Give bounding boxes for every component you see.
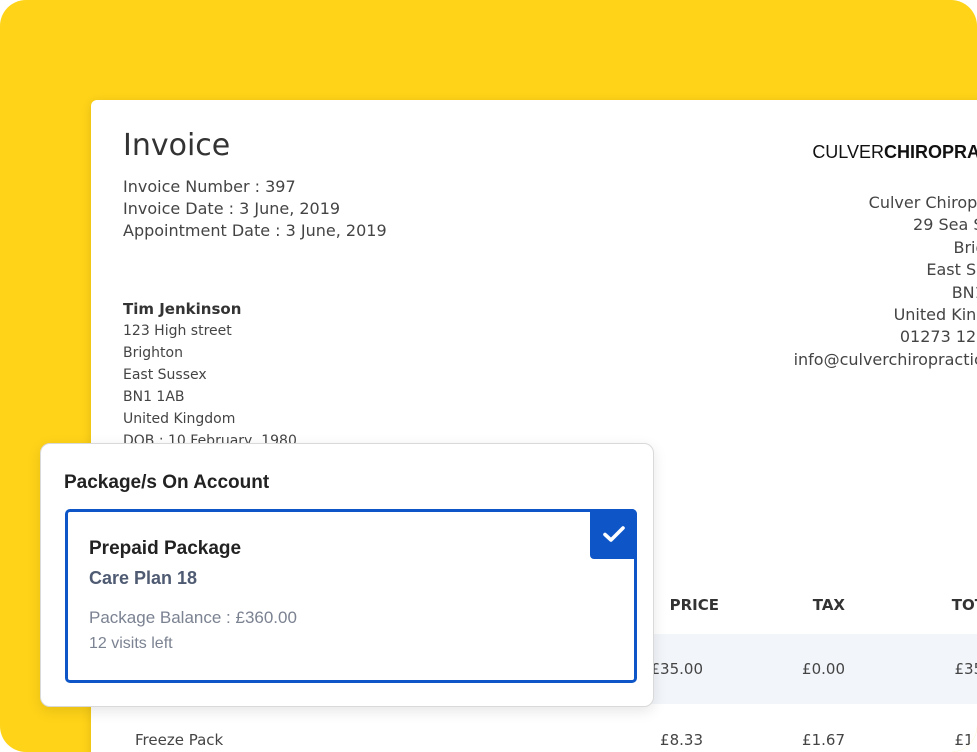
selected-badge[interactable]	[590, 509, 637, 559]
row-price: £8.33	[660, 731, 703, 749]
row-total: £35.00	[954, 660, 977, 678]
clinic-email: info@culverchiropractic.com	[793, 349, 977, 369]
clinic-address-line: Brighton	[953, 237, 977, 257]
check-icon	[602, 526, 625, 542]
clinic-logo: CULVERCHIROPRACTIC	[602, 142, 977, 163]
patient-address-block: Tim Jenkinson 123 High street Brighton E…	[123, 298, 297, 452]
package-plan: Care Plan 18	[89, 568, 198, 588]
invoice-number: Invoice Number : 397	[123, 177, 296, 196]
clinic-address-line: BN1 1AB	[951, 282, 977, 302]
column-header-price: PRICE	[669, 596, 719, 614]
clinic-address-line: 29 Sea Street	[913, 215, 977, 235]
invoice-date: Invoice Date : 3 June, 2019	[123, 199, 341, 218]
column-header-total: TOTAL	[951, 596, 977, 614]
row-tax: £1.67	[802, 731, 845, 749]
column-header-tax: TAX	[812, 596, 845, 614]
row-item: Freeze Pack	[135, 731, 224, 749]
invoice-title: Invoice	[123, 128, 231, 163]
packages-heading: Package/s On Account	[64, 472, 270, 493]
package-visits-left: 12 visits left	[89, 635, 173, 652]
patient-address-line: East Sussex	[123, 367, 207, 383]
yellow-backdrop: Invoice Invoice Number : 397 Invoice Dat…	[0, 0, 977, 752]
patient-address-line: Brighton	[123, 345, 183, 361]
invoice-meta: Invoice Number : 397 Invoice Date : 3 Ju…	[123, 176, 387, 242]
clinic-logo-bold: CHIROPRACTIC	[884, 142, 977, 162]
appointment-date: Appointment Date : 3 June, 2019	[123, 221, 387, 240]
patient-address-line: 123 High street	[123, 323, 232, 339]
patient-address-line: United Kingdom	[123, 411, 236, 427]
clinic-logo-prefix: CULVER	[812, 142, 884, 162]
clinic-address-line: United Kingdom	[893, 305, 977, 325]
row-tax: £0.00	[802, 660, 845, 678]
package-balance: Package Balance : £360.00	[89, 608, 297, 627]
row-total: £10.00	[954, 731, 977, 749]
clinic-address-line: Culver Chiropractic	[868, 193, 977, 212]
row-price: £35.00	[650, 660, 704, 678]
clinic-address-line: East Sussex	[926, 260, 977, 280]
clinic-address-block: Culver Chiropractic 29 Sea Street Bright…	[602, 192, 977, 371]
clinic-phone: 01273 123 456	[899, 327, 977, 347]
patient-name: Tim Jenkinson	[123, 300, 242, 318]
package-name: Prepaid Package	[89, 538, 242, 559]
table-row: Freeze Pack £8.33 £1.67 £10.00	[91, 705, 977, 752]
patient-address-line: BN1 1AB	[123, 389, 185, 405]
packages-popup: Package/s On Account Prepaid Package Car…	[40, 443, 654, 707]
package-option-card[interactable]: Prepaid Package Care Plan 18 Package Bal…	[65, 509, 637, 683]
